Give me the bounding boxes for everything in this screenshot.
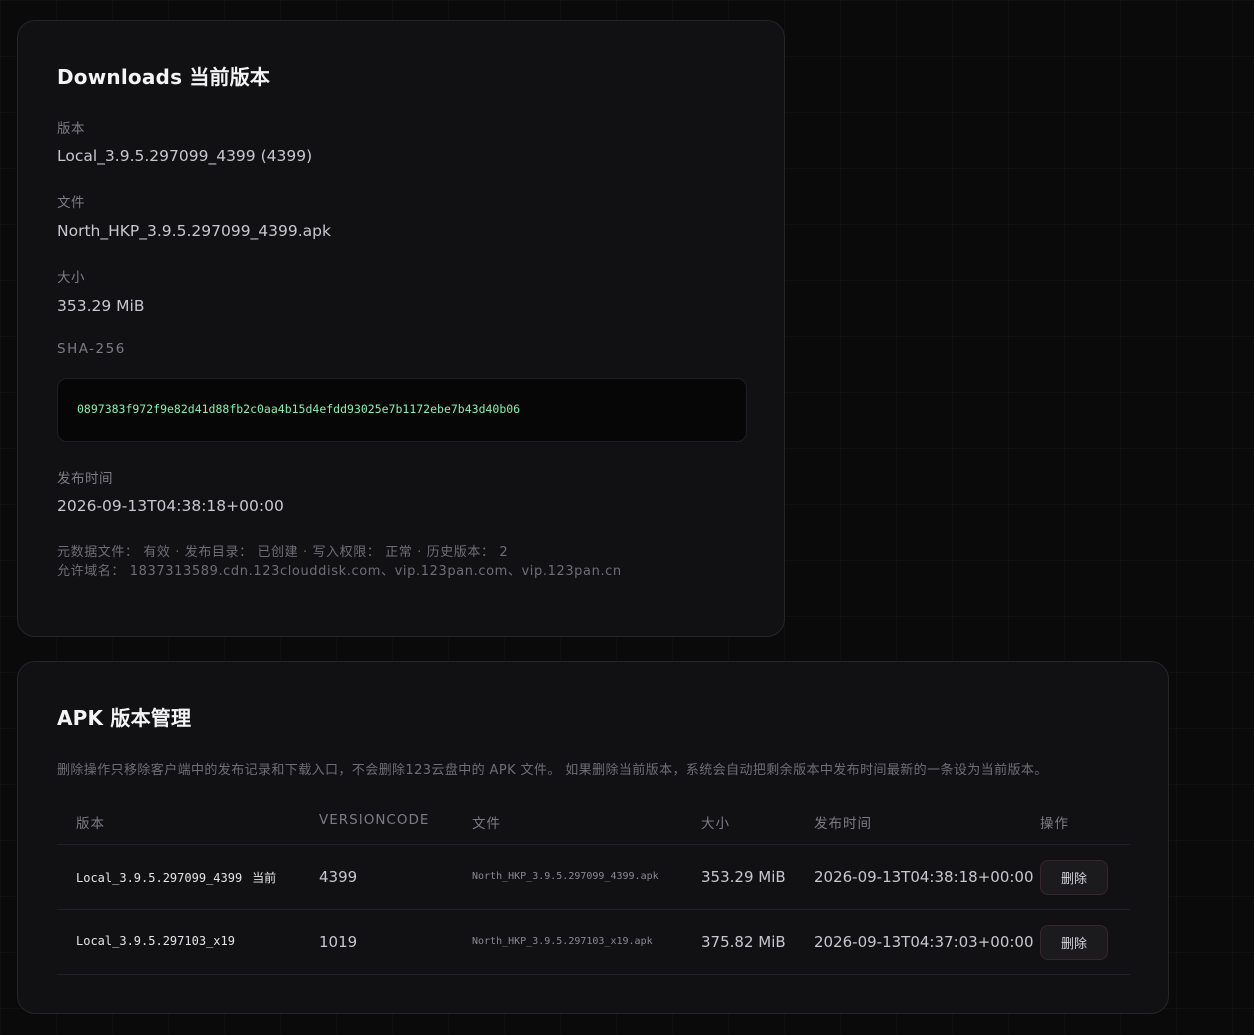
- row-versioncode: 1019: [319, 933, 358, 951]
- current-version-card: Downloads 当前版本 版本 Local_3.9.5.297099_439…: [17, 20, 785, 637]
- row-versioncode: 4399: [319, 868, 358, 886]
- row-publish-time: 2026-09-13T04:38:18+00:00: [814, 868, 1034, 886]
- row-version: Local_3.9.5.297103_x19: [76, 934, 235, 948]
- file-value: North_HKP_3.9.5.297099_4399.apk: [57, 222, 331, 240]
- version-value: Local_3.9.5.297099_4399 (4399): [57, 147, 313, 165]
- table-row: Local_3.9.5.297099_4399 当前 4399 North_HKP…: [57, 845, 1130, 910]
- row-publish-time: 2026-09-13T04:37:03+00:00: [814, 933, 1034, 951]
- row-version: Local_3.9.5.297099_4399 当前: [76, 871, 277, 885]
- publish-time-value: 2026-09-13T04:38:18+00:00: [57, 497, 284, 515]
- delete-button[interactable]: 删除: [1040, 860, 1108, 895]
- size-value: 353.29 MiB: [57, 297, 145, 315]
- column-versioncode: VERSIONCODE: [319, 812, 430, 828]
- version-label: 版本: [57, 121, 85, 137]
- allowed-domains: 允许域名： 1837313589.cdn.123clouddisk.com、vi…: [57, 564, 622, 579]
- column-file: 文件: [472, 816, 501, 832]
- sha-box: 0897383f972f9e82d41d88fb2c0aa4b15d4efdd9…: [57, 378, 747, 442]
- current-badge: 当前: [252, 871, 277, 885]
- sha-value[interactable]: 0897383f972f9e82d41d88fb2c0aa4b15d4efdd9…: [77, 402, 520, 416]
- row-file: North_HKP_3.9.5.297103_x19.apk: [472, 936, 653, 947]
- table-header: 版本 VERSIONCODE 文件 大小 发布时间 操作: [57, 802, 1130, 845]
- version-management-title: APK 版本管理: [57, 706, 192, 730]
- row-file: North_HKP_3.9.5.297099_4399.apk: [472, 871, 659, 882]
- file-label: 文件: [57, 195, 85, 211]
- versions-table: 版本 VERSIONCODE 文件 大小 发布时间 操作 Local_3.9.5…: [57, 802, 1130, 975]
- sha-label: SHA-256: [57, 341, 126, 357]
- size-label: 大小: [57, 270, 85, 286]
- apk-version-management-card: APK 版本管理 删除操作只移除客户端中的发布记录和下载入口，不会删除123云盘…: [17, 661, 1169, 1014]
- row-size: 353.29 MiB: [701, 868, 786, 886]
- column-action: 操作: [1040, 816, 1069, 832]
- table-row: Local_3.9.5.297103_x19 1019 North_HKP_3.…: [57, 910, 1130, 975]
- current-version-title: Downloads 当前版本: [57, 65, 271, 89]
- row-size: 375.82 MiB: [701, 933, 786, 951]
- column-publish-time: 发布时间: [814, 816, 872, 832]
- column-size: 大小: [701, 816, 730, 832]
- publish-time-label: 发布时间: [57, 471, 113, 487]
- metadata-status: 元数据文件： 有效 · 发布目录： 已创建 · 写入权限： 正常 · 历史版本：…: [57, 545, 509, 560]
- version-management-description: 删除操作只移除客户端中的发布记录和下载入口，不会删除123云盘中的 APK 文件…: [57, 763, 1048, 778]
- delete-button[interactable]: 删除: [1040, 925, 1108, 960]
- column-version: 版本: [76, 816, 105, 832]
